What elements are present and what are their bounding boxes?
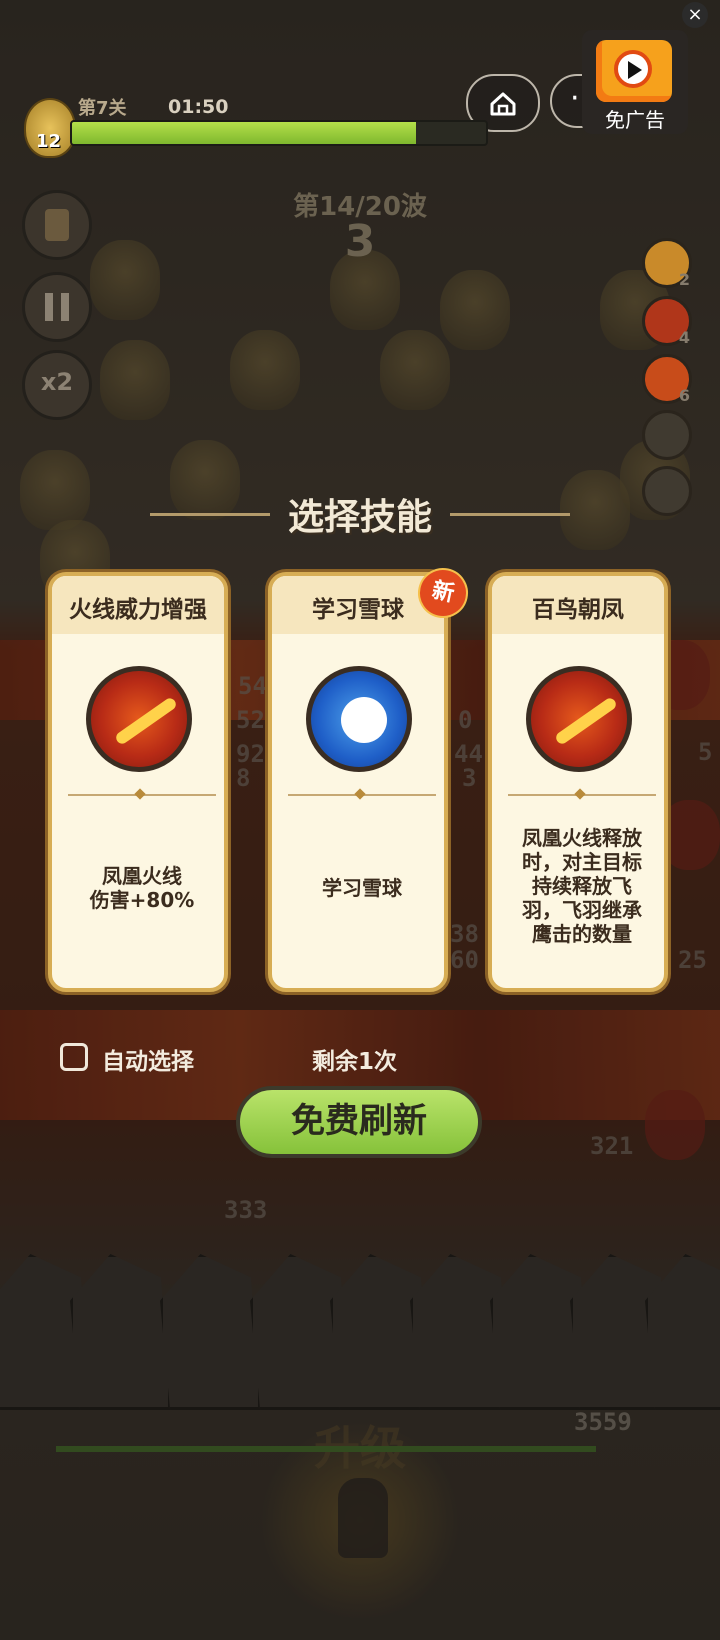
skill-card-1[interactable]: 火线威力增强 凤凰火线 伤害+80% — [48, 572, 228, 992]
fire-streak-icon — [526, 666, 632, 772]
speed-button[interactable]: x2 — [22, 350, 92, 420]
stage-label: 第7关 — [78, 98, 127, 119]
experience-bar — [70, 120, 488, 146]
skill-slot-count: 4 — [678, 328, 690, 347]
skill-card-2[interactable]: 学习雪球 学习雪球 — [268, 572, 448, 992]
auto-select-checkbox[interactable] — [60, 1043, 88, 1071]
card-desc-line: 羽，飞羽继承 — [522, 898, 642, 922]
scroll-button[interactable] — [22, 190, 92, 260]
close-icon[interactable]: × — [682, 2, 708, 28]
card-desc-line: 学习雪球 — [322, 876, 402, 900]
card-title: 百鸟朝凤 — [532, 597, 624, 623]
free-refresh-button[interactable]: 免费刷新 — [236, 1086, 482, 1158]
modal-title: 选择技能 — [287, 497, 432, 538]
scroll-icon — [45, 209, 69, 241]
remove-ads-button[interactable]: 免广告 — [582, 30, 688, 134]
card-divider-dot — [574, 788, 586, 800]
pause-icon — [45, 293, 69, 321]
fire-streak-icon — [86, 666, 192, 772]
experience-fill — [72, 122, 416, 144]
skill-slot-icon — [642, 410, 692, 460]
pause-button[interactable] — [22, 272, 92, 342]
card-desc-line: 凤凰火线 — [102, 864, 182, 888]
video-ad-icon — [596, 40, 672, 102]
skill-card-3[interactable]: 百鸟朝凤 凤凰火线释放 时，对主目标 持续释放飞 羽，飞羽继承 鹰击的数量 — [488, 572, 668, 992]
card-desc-line: 鹰击的数量 — [532, 922, 632, 946]
remaining-refreshes: 剩余1次 — [312, 1049, 398, 1075]
card-desc-line: 伤害+80% — [89, 888, 195, 912]
auto-select-label[interactable]: 自动选择 — [102, 1042, 194, 1076]
skill-slot-count: 6 — [678, 386, 690, 405]
card-desc-line: 凤凰火线释放 — [522, 826, 642, 850]
card-title: 火线威力增强 — [69, 597, 207, 623]
remove-ads-label: 免广告 — [605, 108, 665, 132]
card-divider-dot — [354, 788, 366, 800]
skill-slot-count: 2 — [678, 270, 690, 289]
card-divider-dot — [134, 788, 146, 800]
countdown: 3 — [344, 216, 376, 267]
player-level-number: 12 — [36, 131, 62, 152]
card-desc-line: 时，对主目标 — [522, 850, 642, 874]
card-desc-line: 持续释放飞 — [532, 874, 632, 898]
snowball-icon — [306, 666, 412, 772]
timer: 01:50 — [168, 96, 229, 118]
